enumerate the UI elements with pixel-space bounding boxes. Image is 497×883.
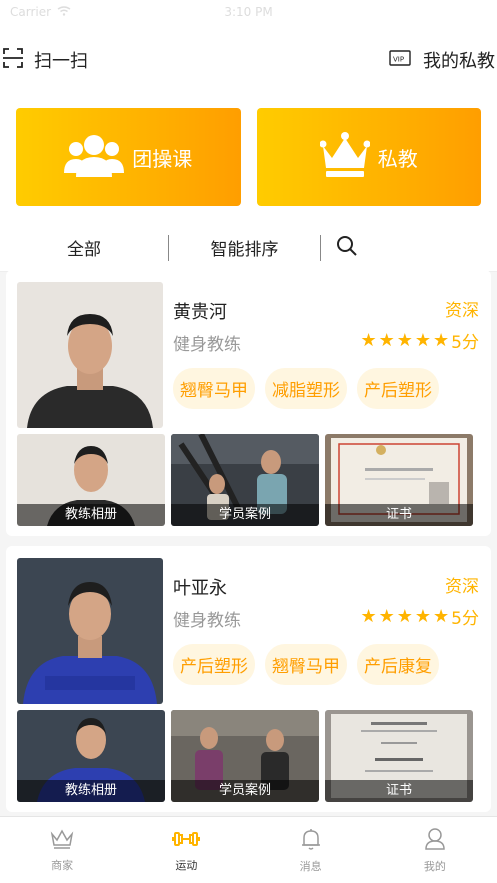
coach-card[interactable]: 叶亚永 健身教练 资深 ★ ★ ★ ★ ★ 5分 产后塑形 翘臀马甲 产后康复 bbox=[6, 546, 491, 812]
coach-level-badge: 资深 bbox=[445, 301, 479, 321]
thumb-caption: 教练相册 bbox=[17, 504, 165, 526]
star-icon: ★ bbox=[360, 330, 377, 351]
coach-card[interactable]: 黄贵河 健身教练 资深 ★ ★ ★ ★ ★ 5分 翘臀马甲 减脂塑形 产后塑形 bbox=[6, 270, 491, 536]
student-cases-thumb[interactable]: 学员案例 bbox=[171, 710, 319, 802]
coach-tags: 产后塑形 翘臀马甲 产后康复 bbox=[173, 644, 439, 685]
tab-label: 运动 bbox=[175, 858, 198, 872]
wifi-icon bbox=[57, 5, 71, 19]
certificate-thumb[interactable]: 证书 bbox=[325, 434, 473, 526]
coach-rating: ★ ★ ★ ★ ★ 5分 bbox=[360, 604, 479, 629]
carrier-label: Carrier bbox=[10, 5, 52, 19]
tab-messages[interactable]: 消息 bbox=[249, 817, 373, 883]
star-icon: ★ bbox=[396, 606, 413, 627]
filter-bar: 全部 智能排序 bbox=[0, 224, 497, 272]
coach-rating: ★ ★ ★ ★ ★ 5分 bbox=[360, 328, 479, 353]
tab-label: 消息 bbox=[299, 859, 322, 873]
specialty-tag: 翘臀马甲 bbox=[173, 368, 255, 409]
thumb-caption: 教练相册 bbox=[17, 780, 165, 802]
coach-media-row: 教练相册 学员案例 证书 bbox=[17, 710, 473, 802]
tab-bar: 商家 运动 消息 我的 bbox=[0, 816, 497, 883]
filter-smart-sort[interactable]: 智能排序 bbox=[169, 235, 320, 260]
tab-sports[interactable]: 运动 bbox=[124, 817, 248, 883]
private-coach-label: 我的私教 bbox=[423, 51, 495, 72]
status-time: 3:10 PM bbox=[224, 5, 273, 19]
private-coach-category-button[interactable]: 私教 bbox=[256, 108, 481, 206]
coach-tags: 翘臀马甲 减脂塑形 产后塑形 bbox=[173, 368, 439, 409]
dumbbell-icon bbox=[172, 828, 201, 853]
vip-icon: VIP bbox=[389, 49, 411, 72]
star-icon: ★ bbox=[360, 606, 377, 627]
coach-media-row: 教练相册 学员案例 证书 bbox=[17, 434, 473, 526]
group-icon bbox=[64, 133, 125, 182]
specialty-tag: 产后塑形 bbox=[357, 368, 439, 409]
scan-label: 扫一扫 bbox=[34, 51, 88, 72]
thumb-caption: 证书 bbox=[325, 504, 473, 526]
star-icon: ★ bbox=[396, 330, 413, 351]
bell-icon bbox=[300, 827, 322, 854]
star-icon: ★ bbox=[378, 330, 395, 351]
coach-album-thumb[interactable]: 教练相册 bbox=[17, 434, 165, 526]
private-coach-category-label: 私教 bbox=[377, 146, 418, 171]
specialty-tag: 产后塑形 bbox=[173, 644, 255, 685]
star-icon: ★ bbox=[378, 606, 395, 627]
search-icon bbox=[336, 235, 358, 261]
thumb-caption: 学员案例 bbox=[171, 780, 319, 802]
crown-icon bbox=[319, 131, 371, 183]
category-buttons: 团操课 私教 bbox=[0, 96, 497, 224]
coach-photo[interactable] bbox=[17, 558, 163, 704]
coach-photo[interactable] bbox=[17, 282, 163, 428]
scan-icon bbox=[2, 47, 24, 74]
user-icon bbox=[424, 827, 446, 854]
star-icon: ★ bbox=[433, 330, 450, 351]
status-bar: Carrier 3:10 PM bbox=[0, 0, 497, 24]
student-cases-thumb[interactable]: 学员案例 bbox=[171, 434, 319, 526]
coach-role: 健身教练 bbox=[173, 611, 241, 631]
my-private-coach-button[interactable]: VIP 我的私教 bbox=[389, 47, 497, 73]
coach-role: 健身教练 bbox=[173, 335, 241, 355]
specialty-tag: 产后康复 bbox=[357, 644, 439, 685]
group-class-label: 团操课 bbox=[132, 146, 193, 171]
filter-all[interactable]: 全部 bbox=[0, 235, 168, 260]
search-button[interactable] bbox=[321, 235, 373, 261]
star-icon: ★ bbox=[414, 330, 432, 351]
tab-profile[interactable]: 我的 bbox=[373, 817, 497, 883]
svg-text:VIP: VIP bbox=[393, 55, 404, 63]
star-icon: ★ bbox=[433, 606, 450, 627]
coach-name: 叶亚永 bbox=[173, 578, 227, 599]
thumb-caption: 证书 bbox=[325, 780, 473, 802]
thumb-caption: 学员案例 bbox=[171, 504, 319, 526]
certificate-thumb[interactable]: 证书 bbox=[325, 710, 473, 802]
tab-merchant[interactable]: 商家 bbox=[0, 817, 124, 883]
coach-album-thumb[interactable]: 教练相册 bbox=[17, 710, 165, 802]
star-icon: ★ bbox=[414, 606, 432, 627]
rating-score: 5分 bbox=[451, 333, 479, 353]
rating-score: 5分 bbox=[451, 609, 479, 629]
top-bar: 扫一扫 VIP 我的私教 bbox=[0, 24, 497, 96]
tab-label: 我的 bbox=[423, 859, 446, 873]
specialty-tag: 翘臀马甲 bbox=[265, 644, 347, 685]
crown-outline-icon bbox=[50, 828, 74, 853]
specialty-tag: 减脂塑形 bbox=[265, 368, 347, 409]
group-class-button[interactable]: 团操课 bbox=[16, 108, 241, 206]
coach-level-badge: 资深 bbox=[445, 577, 479, 597]
tab-label: 商家 bbox=[51, 858, 74, 872]
scan-button[interactable]: 扫一扫 bbox=[0, 47, 88, 74]
app-screen: Carrier 3:10 PM 扫一扫 VIP 我的私教 团操课 私教 全部 智… bbox=[0, 0, 497, 883]
coach-name: 黄贵河 bbox=[173, 302, 227, 323]
